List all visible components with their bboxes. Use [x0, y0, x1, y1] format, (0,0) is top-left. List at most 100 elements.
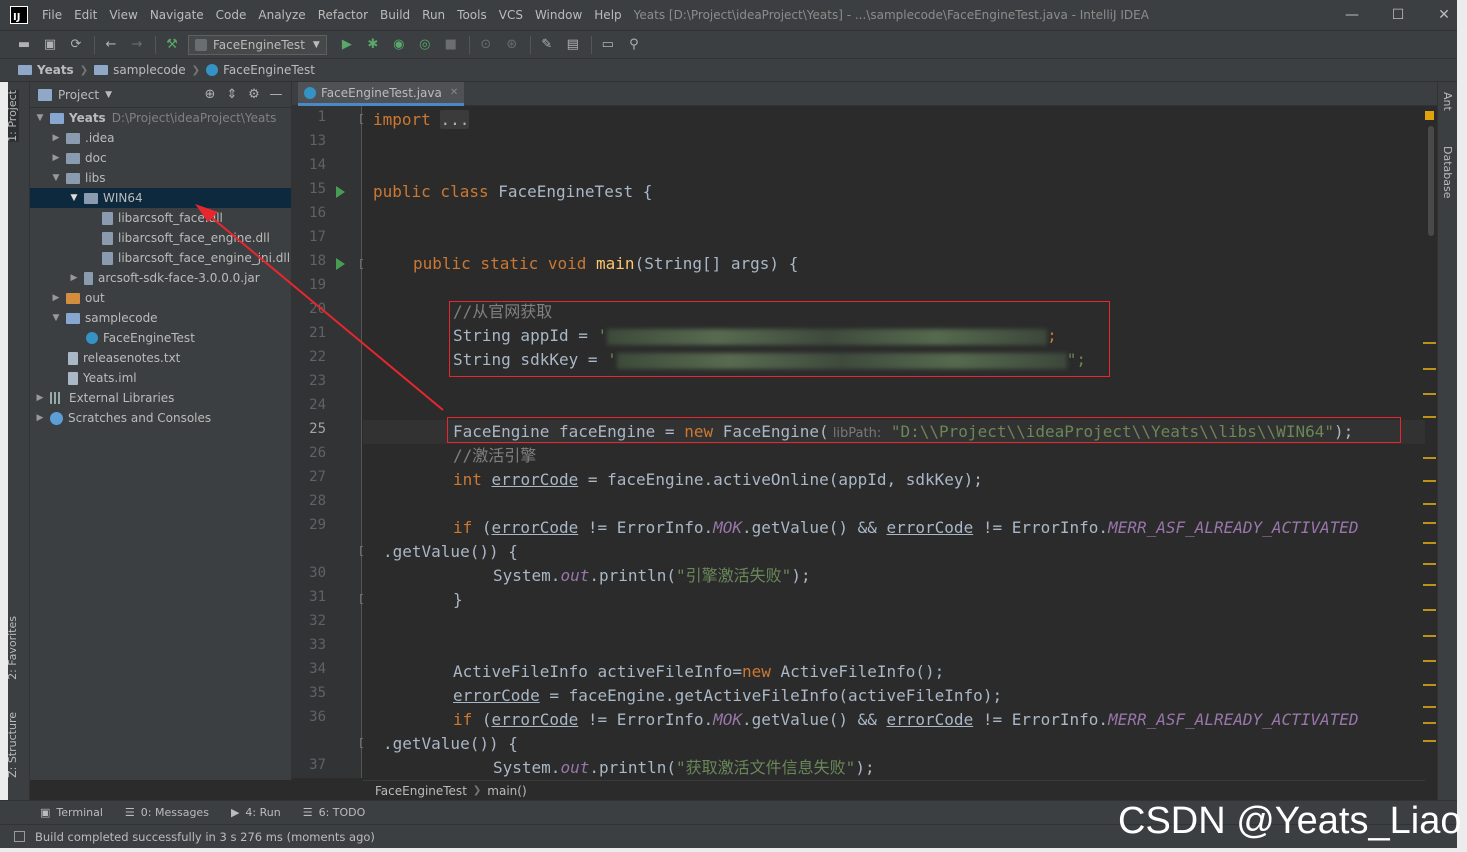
chevron-down-icon[interactable]: ▼ [105, 90, 112, 100]
presentation-icon[interactable]: ▭ [598, 35, 618, 55]
menu-analyze[interactable]: Analyze [252, 0, 311, 30]
tree-item-dll[interactable]: libarcsoft_face_engine_jni.dll [30, 248, 291, 268]
warning-marker[interactable] [1423, 342, 1436, 344]
editor-crumb-method[interactable]: main() [487, 784, 526, 798]
warning-marker[interactable] [1423, 457, 1436, 459]
sync-icon[interactable]: ⟳ [66, 35, 86, 55]
coverage-icon[interactable]: ◉ [389, 35, 409, 55]
warning-marker[interactable] [1423, 684, 1436, 686]
editor-crumb-class[interactable]: FaceEngineTest [375, 784, 467, 798]
warning-marker[interactable] [1423, 584, 1436, 586]
menu-navigate[interactable]: Navigate [144, 0, 210, 30]
run-icon[interactable]: ▶ [337, 35, 357, 55]
back-arrow-icon[interactable]: ← [101, 35, 121, 55]
messages-tab[interactable]: ☰ 0: Messages [125, 806, 209, 819]
hide-panel-icon[interactable]: — [265, 85, 287, 105]
gear-icon[interactable]: ⚙ [243, 85, 265, 105]
tree-item-samplecode[interactable]: ▼ samplecode [30, 308, 291, 328]
open-folder-icon[interactable]: ▬ [14, 35, 34, 55]
warning-marker[interactable] [1423, 706, 1436, 708]
warning-marker[interactable] [1423, 609, 1436, 611]
collapsed-arrow-icon[interactable]: ▶ [68, 273, 80, 283]
menu-refactor[interactable]: Refactor [312, 0, 374, 30]
debug-bug-icon[interactable]: ✱ [363, 35, 383, 55]
warning-marker[interactable] [1423, 393, 1436, 395]
run-gutter-icon[interactable] [336, 186, 345, 198]
tree-item-libs[interactable]: ▼ libs [30, 168, 291, 188]
tree-item-external-libraries[interactable]: ▶ External Libraries [30, 388, 291, 408]
toggle-tool-windows-icon[interactable] [14, 831, 25, 842]
profile-icon[interactable]: ◎ [415, 35, 435, 55]
warning-marker[interactable] [1423, 722, 1436, 724]
collapse-all-icon[interactable]: ⇕ [221, 85, 243, 105]
warning-marker[interactable] [1423, 368, 1436, 370]
crumb-project[interactable]: Yeats [18, 63, 74, 77]
tree-item-dll[interactable]: libarcsoft_face_engine.dll [30, 228, 291, 248]
maximize-button[interactable]: ☐ [1375, 0, 1421, 30]
collapsed-arrow-icon[interactable]: ▶ [50, 133, 62, 143]
menu-file[interactable]: File [36, 0, 68, 30]
collapsed-arrow-icon[interactable]: ▶ [34, 413, 46, 423]
tree-item-faceenginetest[interactable]: FaceEngineTest [30, 328, 291, 348]
editor-tab-faceenginetest[interactable]: FaceEngineTest.java ✕ [298, 82, 465, 106]
warning-marker[interactable] [1423, 480, 1436, 482]
expanded-arrow-icon[interactable]: ▼ [34, 113, 46, 123]
warning-marker[interactable] [1423, 563, 1436, 565]
tree-item-releasenotes[interactable]: releasenotes.txt [30, 348, 291, 368]
crumb-class[interactable]: FaceEngineTest [206, 63, 315, 77]
warning-marker[interactable] [1423, 522, 1436, 524]
run-configuration-select[interactable]: FaceEngineTest ▼ [188, 34, 327, 55]
collapsed-arrow-icon[interactable]: ▶ [50, 153, 62, 163]
collapsed-arrow-icon[interactable]: ▶ [34, 393, 46, 403]
tree-item-idea[interactable]: ▶ .idea [30, 128, 291, 148]
menu-window[interactable]: Window [529, 0, 588, 30]
tree-item-yeats[interactable]: ▼ Yeats D:\Project\ideaProject\Yeats [30, 108, 291, 128]
warning-marker[interactable] [1423, 416, 1436, 418]
editor-scrollbar[interactable] [1425, 106, 1437, 778]
minimize-button[interactable]: — [1329, 0, 1375, 30]
warning-marker[interactable] [1423, 542, 1436, 544]
warning-marker[interactable] [1423, 503, 1436, 505]
menu-code[interactable]: Code [210, 0, 253, 30]
menu-tools[interactable]: Tools [451, 0, 493, 30]
menu-edit[interactable]: Edit [68, 0, 103, 30]
tree-item-scratches[interactable]: ▶ Scratches and Consoles [30, 408, 291, 428]
todo-tab[interactable]: ☰ 6: TODO [303, 806, 366, 819]
attach-debugger-icon[interactable]: ⊙ [476, 35, 496, 55]
forward-arrow-icon[interactable]: → [127, 35, 147, 55]
stop-icon[interactable]: ■ [441, 35, 461, 55]
locate-target-icon[interactable]: ⊕ [199, 85, 221, 105]
menu-vcs[interactable]: VCS [493, 0, 529, 30]
ant-tool-button[interactable]: Ant [1441, 92, 1454, 111]
expanded-arrow-icon[interactable]: ▼ [68, 193, 80, 203]
tree-item-win64[interactable]: ▼ WIN64 [30, 188, 291, 208]
tree-item-dll[interactable]: libarcsoft_face.dll [30, 208, 291, 228]
expanded-arrow-icon[interactable]: ▼ [50, 173, 62, 183]
tree-item-doc[interactable]: ▶ doc [30, 148, 291, 168]
search-icon[interactable]: ⚲ [624, 35, 644, 55]
tree-item-jar[interactable]: ▶ arcsoft-sdk-face-3.0.0.0.jar [30, 268, 291, 288]
folded-imports[interactable]: ... [440, 110, 470, 129]
warning-indicator-icon[interactable] [1425, 111, 1434, 120]
project-structure-icon[interactable]: ▤ [563, 35, 583, 55]
update-icon[interactable]: ⊛ [502, 35, 522, 55]
tree-item-iml[interactable]: Yeats.iml [30, 368, 291, 388]
project-view-selector[interactable]: Project [58, 88, 99, 102]
settings-wrench-icon[interactable]: ✎ [537, 35, 557, 55]
terminal-tab[interactable]: ▣ Terminal [40, 806, 103, 819]
expanded-arrow-icon[interactable]: ▼ [50, 313, 62, 323]
save-all-icon[interactable]: ▣ [40, 35, 60, 55]
close-icon[interactable]: ✕ [450, 87, 458, 98]
menu-help[interactable]: Help [588, 0, 627, 30]
run-tab[interactable]: ▶ 4: Run [231, 806, 281, 819]
crumb-package[interactable]: samplecode [94, 63, 186, 77]
scroll-thumb[interactable] [1428, 126, 1434, 236]
menu-view[interactable]: View [103, 0, 143, 30]
menu-run[interactable]: Run [416, 0, 451, 30]
warning-marker[interactable] [1423, 740, 1436, 742]
warning-marker[interactable] [1423, 635, 1436, 637]
collapsed-arrow-icon[interactable]: ▶ [50, 293, 62, 303]
build-hammer-icon[interactable]: ⚒ [162, 35, 182, 55]
menu-build[interactable]: Build [374, 0, 416, 30]
run-gutter-icon[interactable] [336, 258, 345, 270]
